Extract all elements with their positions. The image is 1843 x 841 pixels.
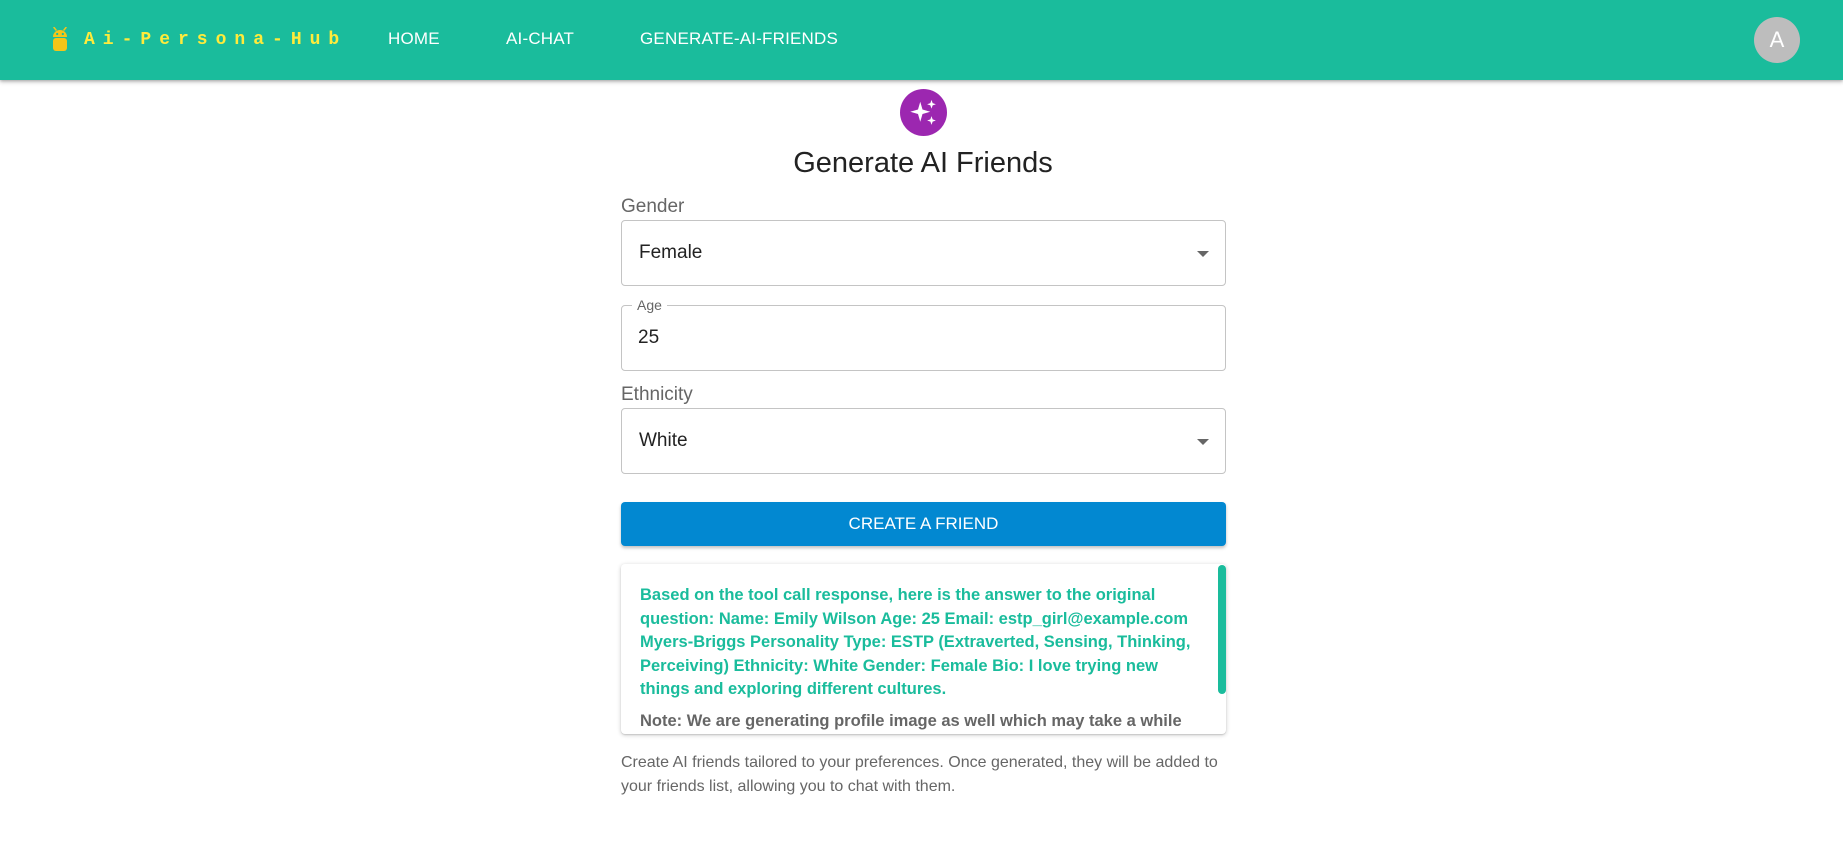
ethnicity-select[interactable]: White	[621, 408, 1226, 474]
ethnicity-label: Ethnicity	[621, 384, 693, 405]
ethnicity-value: White	[639, 430, 688, 451]
age-field: Age	[621, 297, 1226, 371]
response-note: Note: We are generating profile image as…	[640, 712, 1182, 730]
response-text: Based on the tool call response, here is…	[640, 586, 1191, 698]
chevron-down-icon	[1197, 439, 1209, 445]
avatar[interactable]: A	[1754, 17, 1800, 63]
gender-select[interactable]: Female	[621, 220, 1226, 286]
page-description: Create AI friends tailored to your prefe…	[621, 754, 1218, 795]
sparkles-icon	[900, 89, 947, 136]
app-bar: Ai-Persona-Hub HOME AI-CHAT GENERATE-AI-…	[0, 0, 1843, 80]
brand-name: Ai-Persona-Hub	[84, 30, 348, 50]
chevron-down-icon	[1197, 251, 1209, 257]
gender-value: Female	[639, 242, 703, 263]
response-card[interactable]: Based on the tool call response, here is…	[621, 564, 1226, 734]
nav-home[interactable]: HOME	[388, 29, 440, 49]
nav-ai-chat[interactable]: AI-CHAT	[506, 29, 574, 49]
age-label: Age	[632, 297, 667, 313]
brand[interactable]: Ai-Persona-Hub	[50, 25, 347, 55]
gender-label: Gender	[621, 196, 685, 217]
create-friend-button[interactable]: CREATE A FRIEND	[621, 502, 1226, 546]
scrollbar-thumb[interactable]	[1218, 565, 1226, 694]
android-icon	[53, 27, 67, 51]
page-title: Generate AI Friends	[793, 147, 1053, 179]
age-input[interactable]	[638, 324, 1198, 352]
nav-generate-ai-friends[interactable]: GENERATE-AI-FRIENDS	[640, 29, 838, 49]
